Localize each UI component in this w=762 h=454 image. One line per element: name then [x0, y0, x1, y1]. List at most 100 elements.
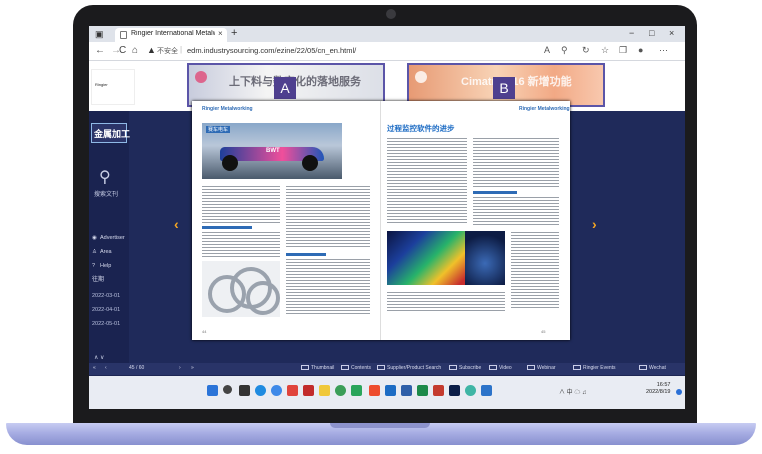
banner-b-logo-icon	[415, 71, 427, 83]
maximize-button[interactable]: □	[649, 28, 654, 38]
article-text-column	[387, 137, 467, 225]
simulation-heatmap-image	[387, 231, 465, 285]
part-ring	[246, 281, 280, 315]
search-label[interactable]: 搜索文刊	[94, 189, 118, 198]
wechat-icon	[639, 365, 647, 371]
right-page-logo: Ringier Metalworking	[519, 106, 570, 112]
banner-b-badge: B	[493, 77, 515, 99]
race-car-photo: 赛车电车 BWT	[202, 123, 342, 179]
thumbnail-icon	[301, 365, 309, 371]
magazine-spread[interactable]: Ringier Metalworking 赛车电车 BWT 44 Ringier…	[192, 101, 570, 340]
viewer-toolbar: « ‹ 45 / 60 › » Thumbnail Contents Suppl…	[89, 363, 685, 375]
more-icon[interactable]: ⋯	[659, 45, 668, 56]
toolbar-thumbnail[interactable]: Thumbnail	[301, 365, 334, 371]
article-title: 过程监控软件的进步	[387, 124, 455, 133]
warning-icon[interactable]: ▲	[147, 45, 156, 55]
favorites-icon[interactable]: ☆	[601, 45, 609, 56]
banner-a-badge: A	[274, 77, 296, 99]
minimize-button[interactable]: −	[629, 28, 634, 38]
powerpoint-icon[interactable]	[433, 385, 444, 396]
toolbar-subscribe[interactable]: Subscribe	[449, 365, 481, 371]
chrome-icon[interactable]	[335, 385, 346, 396]
new-tab-button[interactable]: +	[231, 27, 237, 39]
sensor-image	[465, 231, 505, 285]
insecure-label[interactable]: 不安全	[157, 46, 178, 56]
url-input[interactable]: edm.industrysourcing.com/ezine/22/05/cn_…	[187, 46, 356, 55]
article-text-column	[286, 185, 370, 249]
app-icon[interactable]	[465, 385, 476, 396]
sidebar-item-advertiser[interactable]: ◉ Advertiser	[92, 235, 125, 241]
file-explorer-icon[interactable]	[319, 385, 330, 396]
toolbar-item-label: Ringier Events	[583, 365, 616, 371]
notification-icon[interactable]	[676, 389, 682, 395]
next-page-button[interactable]: ›	[179, 365, 181, 371]
article-text-column	[387, 291, 505, 313]
browser-tab[interactable]: Ringier International Metalworki ×	[115, 28, 227, 42]
next-page-arrow-icon[interactable]: ›	[592, 216, 597, 232]
magazine-left-page: Ringier Metalworking 赛车电车 BWT 44	[192, 101, 380, 340]
publisher-logo[interactable]: Ringier	[91, 69, 135, 105]
toolbar-webinar[interactable]: Webinar	[527, 365, 556, 371]
page-indicator[interactable]: 45 / 60	[129, 365, 144, 371]
collections-icon[interactable]: ❐	[619, 45, 627, 56]
tab-actions-icon[interactable]: ▣	[95, 29, 104, 39]
sidebar-logo[interactable]: 金属加工	[91, 123, 130, 143]
archive-issue[interactable]: 2022-04-01	[92, 307, 120, 313]
app-icon[interactable]	[303, 385, 314, 396]
read-aloud-icon[interactable]: A	[544, 45, 550, 55]
app-icon[interactable]	[287, 385, 298, 396]
sidebar-item-label: Area	[100, 249, 112, 255]
sidebar-item-help[interactable]: ? Help	[92, 263, 111, 269]
sync-icon[interactable]: ↻	[582, 45, 590, 56]
edge-icon[interactable]	[255, 385, 266, 396]
app-icon[interactable]	[481, 385, 492, 396]
toolbar-item-label: Subscribe	[459, 365, 482, 371]
toolbar-item-label: Webinar	[537, 365, 556, 371]
app-icon[interactable]	[401, 385, 412, 396]
tab-close-icon[interactable]: ×	[218, 29, 223, 38]
home-button[interactable]: ⌂	[132, 45, 138, 56]
archive-issue[interactable]: 2022-05-01	[92, 321, 120, 327]
system-tray[interactable]: ∧ 中 ☁ ♫	[559, 387, 587, 396]
car-photo-tag: 赛车电车	[206, 126, 231, 133]
app-icon[interactable]	[369, 385, 380, 396]
sidebar-item-area[interactable]: ♙ Area	[92, 249, 112, 255]
area-icon: ♙	[92, 249, 97, 255]
task-view-icon[interactable]	[239, 385, 250, 396]
excel-icon[interactable]	[417, 385, 428, 396]
toolbar-supplier-search[interactable]: Supplier/Product Search	[377, 365, 441, 371]
toolbar-item-label: Thumbnail	[311, 365, 335, 371]
banner-a-logo-icon	[195, 71, 207, 83]
left-page-logo: Ringier Metalworking	[202, 106, 253, 112]
archive-pager[interactable]: ∧ ∨	[94, 354, 104, 361]
wechat-icon[interactable]	[351, 385, 362, 396]
toolbar-contents[interactable]: Contents	[341, 365, 371, 371]
refresh-button[interactable]: C	[119, 45, 126, 56]
article-text-column	[202, 231, 280, 259]
subscribe-icon	[449, 365, 457, 371]
toolbar-item-label: Supplier/Product Search	[387, 365, 442, 371]
toolbar-item-label: Contents	[351, 365, 372, 371]
search-icon[interactable]	[223, 385, 232, 394]
toolbar-item-label: Wechat	[649, 365, 666, 371]
archive-issue[interactable]: 2022-03-01	[92, 293, 120, 299]
taskbar-clock[interactable]: 16:57 2022/8/19	[646, 382, 670, 396]
app-icon[interactable]	[385, 385, 396, 396]
banner-b-text: Cimatron 16 新增功能	[461, 76, 572, 88]
toolbar-ringier-events[interactable]: Ringier Events	[573, 365, 616, 371]
app-icon[interactable]	[449, 385, 460, 396]
contents-icon	[341, 365, 349, 371]
search-icon[interactable]: ⚲	[99, 167, 111, 187]
close-window-button[interactable]: ×	[669, 28, 674, 38]
last-page-button[interactable]: »	[191, 365, 194, 371]
previous-page-arrow-icon[interactable]: ‹	[174, 216, 179, 232]
back-button[interactable]: ←	[95, 45, 105, 56]
prev-page-button[interactable]: ‹	[105, 365, 107, 371]
chat-icon[interactable]	[271, 385, 282, 396]
toolbar-wechat[interactable]: Wechat	[639, 365, 666, 371]
extensions-icon[interactable]: ⚲	[561, 45, 568, 56]
first-page-button[interactable]: «	[93, 365, 96, 371]
profile-icon[interactable]: ●	[638, 45, 643, 55]
toolbar-video[interactable]: Video	[489, 365, 512, 371]
start-icon[interactable]	[207, 385, 218, 396]
